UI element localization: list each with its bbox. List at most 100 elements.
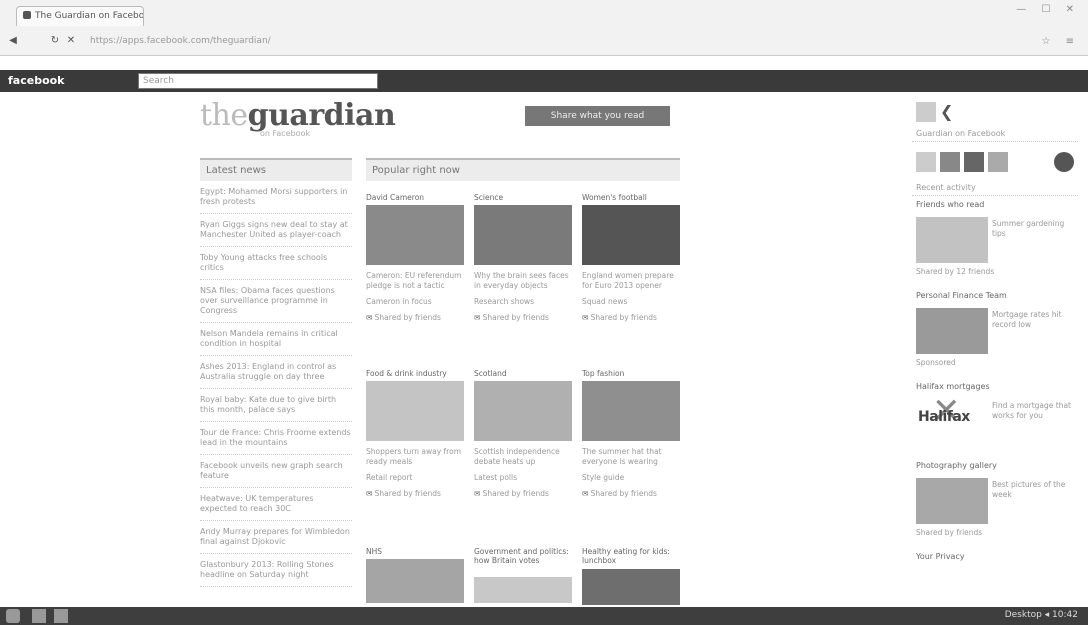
sidebar-item-foot: Sponsored <box>916 358 956 367</box>
os-taskbar: Desktop ◂ 10:42 <box>0 607 1088 625</box>
halifax-logo[interactable]: Halifax <box>918 409 970 425</box>
sidebar-item[interactable]: Mortgage rates hit record low Sponsored <box>912 308 1078 378</box>
article-image[interactable] <box>582 205 680 265</box>
avatar[interactable] <box>964 152 984 172</box>
sidebar-thumbnail[interactable] <box>916 217 988 263</box>
news-item[interactable]: Andy Murray prepares for Wimbledon final… <box>200 521 352 554</box>
article-card[interactable]: Science Why the brain sees faces in ever… <box>474 193 572 322</box>
window-controls[interactable]: — ☐ ✕ <box>1016 4 1080 15</box>
guardian-logo[interactable]: theguardian <box>200 98 396 133</box>
news-item[interactable]: Toby Young attacks free schools critics <box>200 247 352 280</box>
article-card[interactable]: NHS <box>366 547 464 603</box>
article-card[interactable]: Women's football England women prepare f… <box>582 193 680 322</box>
popular-heading: Popular right now <box>366 158 680 181</box>
browser-menu-icon[interactable]: ☆ ≡ <box>1041 36 1080 47</box>
latest-news-heading: Latest news <box>200 158 352 181</box>
sidebar-thumbnail[interactable] <box>916 478 988 524</box>
facebook-logo[interactable]: facebook <box>8 74 65 87</box>
news-item[interactable]: Egypt: Mohamed Morsi supporters in fresh… <box>200 181 352 214</box>
guardian-masthead: theguardian on Facebook <box>200 98 396 138</box>
sidebar-section: Your Privacy <box>916 552 965 561</box>
share-activity-button[interactable]: Share what you read <box>525 106 670 126</box>
latest-news-column: Latest news Egypt: Mohamed Morsi support… <box>200 158 352 587</box>
latest-news-list: Egypt: Mohamed Morsi supporters in fresh… <box>200 181 352 587</box>
article-card[interactable]: Scotland Scottish independence debate he… <box>474 369 572 498</box>
sidebar-item[interactable]: ✕ Halifax Find a mortgage that works for… <box>912 391 1078 457</box>
article-image[interactable] <box>366 381 464 441</box>
article-image[interactable] <box>474 205 572 265</box>
popular-column: Popular right now David Cameron Cameron:… <box>366 158 680 605</box>
card-section: Women's football <box>582 193 647 202</box>
card-headline[interactable]: England women prepare for Euro 2013 open… <box>582 271 680 291</box>
news-item[interactable]: Ashes 2013: England in control as Austra… <box>200 356 352 389</box>
sidebar-item-text[interactable]: Best pictures of the week <box>992 480 1074 500</box>
card-section: Science <box>474 193 504 202</box>
card-headline[interactable]: The summer hat that everyone is wearing <box>582 447 680 467</box>
article-card[interactable]: David Cameron Cameron: EU referendum ple… <box>366 193 464 322</box>
browser-icon[interactable] <box>54 609 68 623</box>
facebook-top-bar: facebook Search <box>0 70 1088 92</box>
article-card[interactable]: Healthy eating for kids: lunchbox <box>582 547 680 605</box>
browser-tab[interactable]: The Guardian on Facebook <box>16 6 144 26</box>
news-item[interactable]: NSA files: Obama faces questions over su… <box>200 280 352 323</box>
card-standfirst: Research shows <box>474 297 535 306</box>
sidebar-item-text[interactable]: Summer gardening tips <box>992 219 1074 239</box>
card-standfirst: Cameron in focus <box>366 297 432 306</box>
address-bar[interactable]: https://apps.facebook.com/theguardian/ <box>86 33 1026 51</box>
sidebar-item-text[interactable]: Find a mortgage that works for you <box>992 401 1074 421</box>
start-icon[interactable] <box>6 609 20 623</box>
avatar[interactable] <box>940 152 960 172</box>
article-image[interactable] <box>582 381 680 441</box>
card-headline[interactable]: Why the brain sees faces in everyday obj… <box>474 271 572 291</box>
browser-chrome: The Guardian on Facebook — ☐ ✕ ◀ ↻ ✕ htt… <box>0 0 1088 56</box>
sidebar-section: Photography gallery <box>916 461 997 470</box>
card-section: David Cameron <box>366 193 425 202</box>
system-tray[interactable]: Desktop ◂ 10:42 <box>1005 610 1078 620</box>
article-card[interactable]: Top fashion The summer hat that everyone… <box>582 369 680 498</box>
facebook-search-input[interactable]: Search <box>138 73 378 89</box>
article-image[interactable] <box>474 381 572 441</box>
card-share: Shared by friends <box>366 313 464 322</box>
news-item[interactable]: Royal baby: Kate due to give birth this … <box>200 389 352 422</box>
card-headline[interactable]: Cameron: EU referendum pledge is not a t… <box>366 271 464 291</box>
favicon-icon <box>23 11 31 19</box>
sidebar-item[interactable]: Best pictures of the week Shared by frie… <box>912 478 1078 548</box>
sidebar-thumbnail[interactable] <box>916 308 988 354</box>
news-item[interactable]: Heatwave: UK temperatures expected to re… <box>200 488 352 521</box>
article-image[interactable] <box>366 559 464 603</box>
article-image[interactable] <box>582 569 680 605</box>
avatar[interactable] <box>988 152 1008 172</box>
activity-subheading: Friends who read <box>916 200 985 209</box>
card-section: Scotland <box>474 369 507 378</box>
card-share: Shared by friends <box>582 489 680 498</box>
back-icon[interactable]: ◀ <box>6 34 20 48</box>
news-item[interactable]: Facebook unveils new graph search featur… <box>200 455 352 488</box>
right-sidebar: ❮ Guardian on Facebook Recent activity F… <box>912 98 1078 565</box>
news-item[interactable]: Tour de France: Chris Froome extends lea… <box>200 422 352 455</box>
card-headline[interactable]: Scottish independence debate heats up <box>474 447 572 467</box>
more-icon[interactable] <box>1054 152 1074 172</box>
browser-nav-bar: ◀ ↻ ✕ https://apps.facebook.com/theguard… <box>0 30 1088 54</box>
card-share: Shared by friends <box>582 313 680 322</box>
activity-heading: Recent activity <box>912 180 1078 196</box>
reload-icon[interactable]: ↻ <box>48 34 62 48</box>
article-card[interactable]: Government and politics: how Britain vot… <box>474 547 572 603</box>
card-headline[interactable]: Shoppers turn away from ready meals <box>366 447 464 467</box>
share-icon[interactable]: ❮ <box>940 102 953 121</box>
sidebar-item-text[interactable]: Mortgage rates hit record low <box>992 310 1074 330</box>
card-standfirst: Squad news <box>582 297 628 306</box>
sidebar-item[interactable]: Summer gardening tips Shared by 12 frien… <box>912 217 1078 287</box>
article-card[interactable]: Food & drink industry Shoppers turn away… <box>366 369 464 498</box>
avatar[interactable] <box>916 152 936 172</box>
explorer-icon[interactable] <box>32 609 46 623</box>
tab-title: The Guardian on Facebook <box>35 11 144 21</box>
article-image[interactable] <box>474 577 572 603</box>
news-item[interactable]: Ryan Giggs signs new deal to stay at Man… <box>200 214 352 247</box>
news-item[interactable]: Glastonbury 2013: Rolling Stones headlin… <box>200 554 352 587</box>
news-item[interactable]: Nelson Mandela remains in critical condi… <box>200 323 352 356</box>
app-icon[interactable] <box>916 102 936 122</box>
card-section: Top fashion <box>582 369 625 378</box>
article-image[interactable] <box>366 205 464 265</box>
stop-icon[interactable]: ✕ <box>64 34 78 48</box>
sidebar-section: Personal Finance Team <box>916 291 1007 300</box>
